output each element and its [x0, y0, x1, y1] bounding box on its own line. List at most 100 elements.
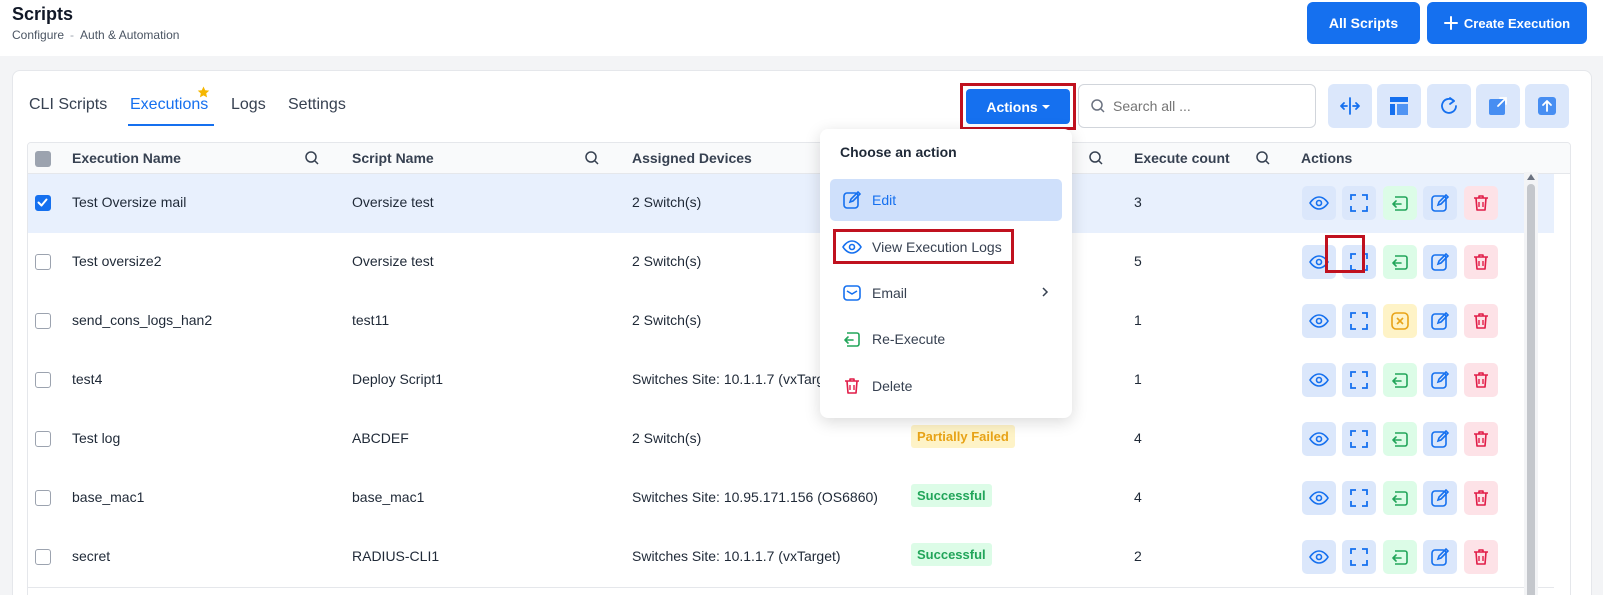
view-logs-button[interactable]: [1302, 363, 1336, 397]
trash-icon: [1474, 195, 1488, 211]
table-row[interactable]: Test oversize2 Oversize test 2 Switch(s) 5: [28, 233, 1554, 293]
caret-down-icon: [1041, 104, 1050, 109]
view-logs-button[interactable]: [1302, 304, 1336, 338]
menu-item-label: Edit: [872, 192, 897, 208]
refresh-icon: [1441, 97, 1457, 114]
expand-button[interactable]: [1342, 540, 1376, 574]
re-execute-button[interactable]: [1383, 245, 1417, 279]
menu-item-re-execute[interactable]: Re-Execute: [830, 318, 1062, 360]
delete-button[interactable]: [1464, 304, 1498, 338]
delete-button[interactable]: [1464, 245, 1498, 279]
row-checkbox[interactable]: [35, 313, 51, 329]
row-checkbox[interactable]: [35, 490, 51, 506]
edit-button[interactable]: [1423, 245, 1457, 279]
upload-button[interactable]: [1525, 84, 1569, 128]
re-execute-button[interactable]: [1383, 186, 1417, 220]
cancel-execution-button[interactable]: [1383, 304, 1417, 338]
re-execute-button[interactable]: [1383, 422, 1417, 456]
table-row[interactable]: Test log ABCDEF 2 Switch(s) Partially Faile…: [28, 410, 1554, 470]
search-input[interactable]: [1113, 98, 1303, 114]
script-name-cell: test11: [352, 312, 390, 328]
re-execute-button[interactable]: [1383, 363, 1417, 397]
edit-button[interactable]: [1423, 363, 1457, 397]
all-scripts-button[interactable]: All Scripts: [1307, 2, 1420, 44]
expand-button[interactable]: [1342, 186, 1376, 220]
menu-item-email[interactable]: Email: [830, 272, 1062, 314]
view-logs-button[interactable]: [1302, 245, 1336, 279]
eye-icon: [1309, 255, 1329, 269]
menu-item-delete[interactable]: Delete: [830, 365, 1062, 407]
table-row[interactable]: Test Oversize mail Oversize test 2 Switch(…: [28, 174, 1554, 234]
column-search-icon[interactable]: [304, 150, 320, 166]
view-logs-button[interactable]: [1302, 422, 1336, 456]
column-execution-name[interactable]: Execution Name: [72, 150, 181, 166]
edit-button[interactable]: [1423, 422, 1457, 456]
delete-button[interactable]: [1464, 422, 1498, 456]
execution-name-cell: send_cons_logs_han2: [72, 312, 213, 328]
tab-logs[interactable]: Logs: [231, 96, 266, 114]
table-row[interactable]: base_mac1 base_mac1 Switches Site: 10.95.1…: [28, 469, 1554, 529]
fit-width-button[interactable]: [1328, 84, 1372, 128]
row-checkbox[interactable]: [35, 431, 51, 447]
delete-button[interactable]: [1464, 363, 1498, 397]
table-row[interactable]: test4 Deploy Script1 Switches Site: 10.1.1…: [28, 351, 1554, 411]
select-all-checkbox[interactable]: [35, 151, 51, 167]
expand-button[interactable]: [1342, 304, 1376, 338]
edit-button[interactable]: [1423, 304, 1457, 338]
menu-item-view-execution-logs[interactable]: View Execution Logs: [830, 226, 1062, 268]
script-name-cell: RADIUS-CLI1: [352, 548, 440, 564]
eye-icon: [1309, 550, 1329, 564]
export-button[interactable]: [1476, 84, 1520, 128]
script-name-cell: base_mac1: [352, 489, 425, 505]
table-scrollbar[interactable]: [1524, 172, 1538, 595]
column-script-name[interactable]: Script Name: [352, 150, 434, 166]
edit-button[interactable]: [1423, 481, 1457, 515]
expand-button[interactable]: [1342, 422, 1376, 456]
scroll-up-arrow-icon[interactable]: [1527, 174, 1535, 180]
expand-button[interactable]: [1342, 363, 1376, 397]
actions-button[interactable]: Actions: [966, 89, 1070, 124]
row-checkbox[interactable]: [35, 372, 51, 388]
breadcrumb-auth-automation[interactable]: Auth & Automation: [80, 28, 179, 42]
script-name-cell: Oversize test: [352, 253, 434, 269]
breadcrumb-configure[interactable]: Configure: [12, 28, 64, 42]
tab-settings[interactable]: Settings: [288, 96, 346, 114]
row-checkbox[interactable]: [35, 549, 51, 565]
expand-icon: [1350, 194, 1368, 212]
view-logs-button[interactable]: [1302, 186, 1336, 220]
scroll-thumb[interactable]: [1527, 184, 1535, 595]
column-search-icon[interactable]: [1088, 150, 1104, 166]
columns-button[interactable]: [1377, 84, 1421, 128]
column-execute-count[interactable]: Execute count: [1134, 150, 1230, 166]
delete-button[interactable]: [1464, 481, 1498, 515]
execute-count-cell: 5: [1134, 253, 1142, 269]
row-checkbox[interactable]: [35, 254, 51, 270]
re-execute-button[interactable]: [1383, 481, 1417, 515]
re-execute-button[interactable]: [1383, 540, 1417, 574]
edit-button[interactable]: [1423, 186, 1457, 220]
execute-count-cell: 2: [1134, 548, 1142, 564]
edit-button[interactable]: [1423, 540, 1457, 574]
column-search-icon[interactable]: [1255, 150, 1271, 166]
tab-cli-scripts[interactable]: CLI Scripts: [29, 96, 107, 114]
column-assigned-devices[interactable]: Assigned Devices: [632, 150, 752, 166]
expand-button[interactable]: [1342, 481, 1376, 515]
execute-count-cell: 1: [1134, 371, 1142, 387]
delete-button[interactable]: [1464, 540, 1498, 574]
table-row[interactable]: send_cons_logs_han2 test11 2 Switch(s) 1: [28, 292, 1554, 352]
column-search-icon[interactable]: [584, 150, 600, 166]
expand-icon: [1350, 430, 1368, 448]
row-checkbox[interactable]: [35, 195, 51, 211]
view-logs-button[interactable]: [1302, 540, 1336, 574]
mail-icon: [843, 285, 861, 301]
refresh-button[interactable]: [1427, 84, 1471, 128]
trash-icon: [1474, 490, 1488, 506]
delete-button[interactable]: [1464, 186, 1498, 220]
eye-icon: [1309, 432, 1329, 446]
create-execution-button[interactable]: Create Execution: [1427, 2, 1587, 44]
menu-item-edit[interactable]: Edit: [830, 179, 1062, 221]
expand-button[interactable]: [1342, 245, 1376, 279]
table-row[interactable]: secret RADIUS-CLI1 Switches Site: 10.1.1.7…: [28, 528, 1554, 588]
execution-name-cell: secret: [72, 548, 111, 564]
view-logs-button[interactable]: [1302, 481, 1336, 515]
